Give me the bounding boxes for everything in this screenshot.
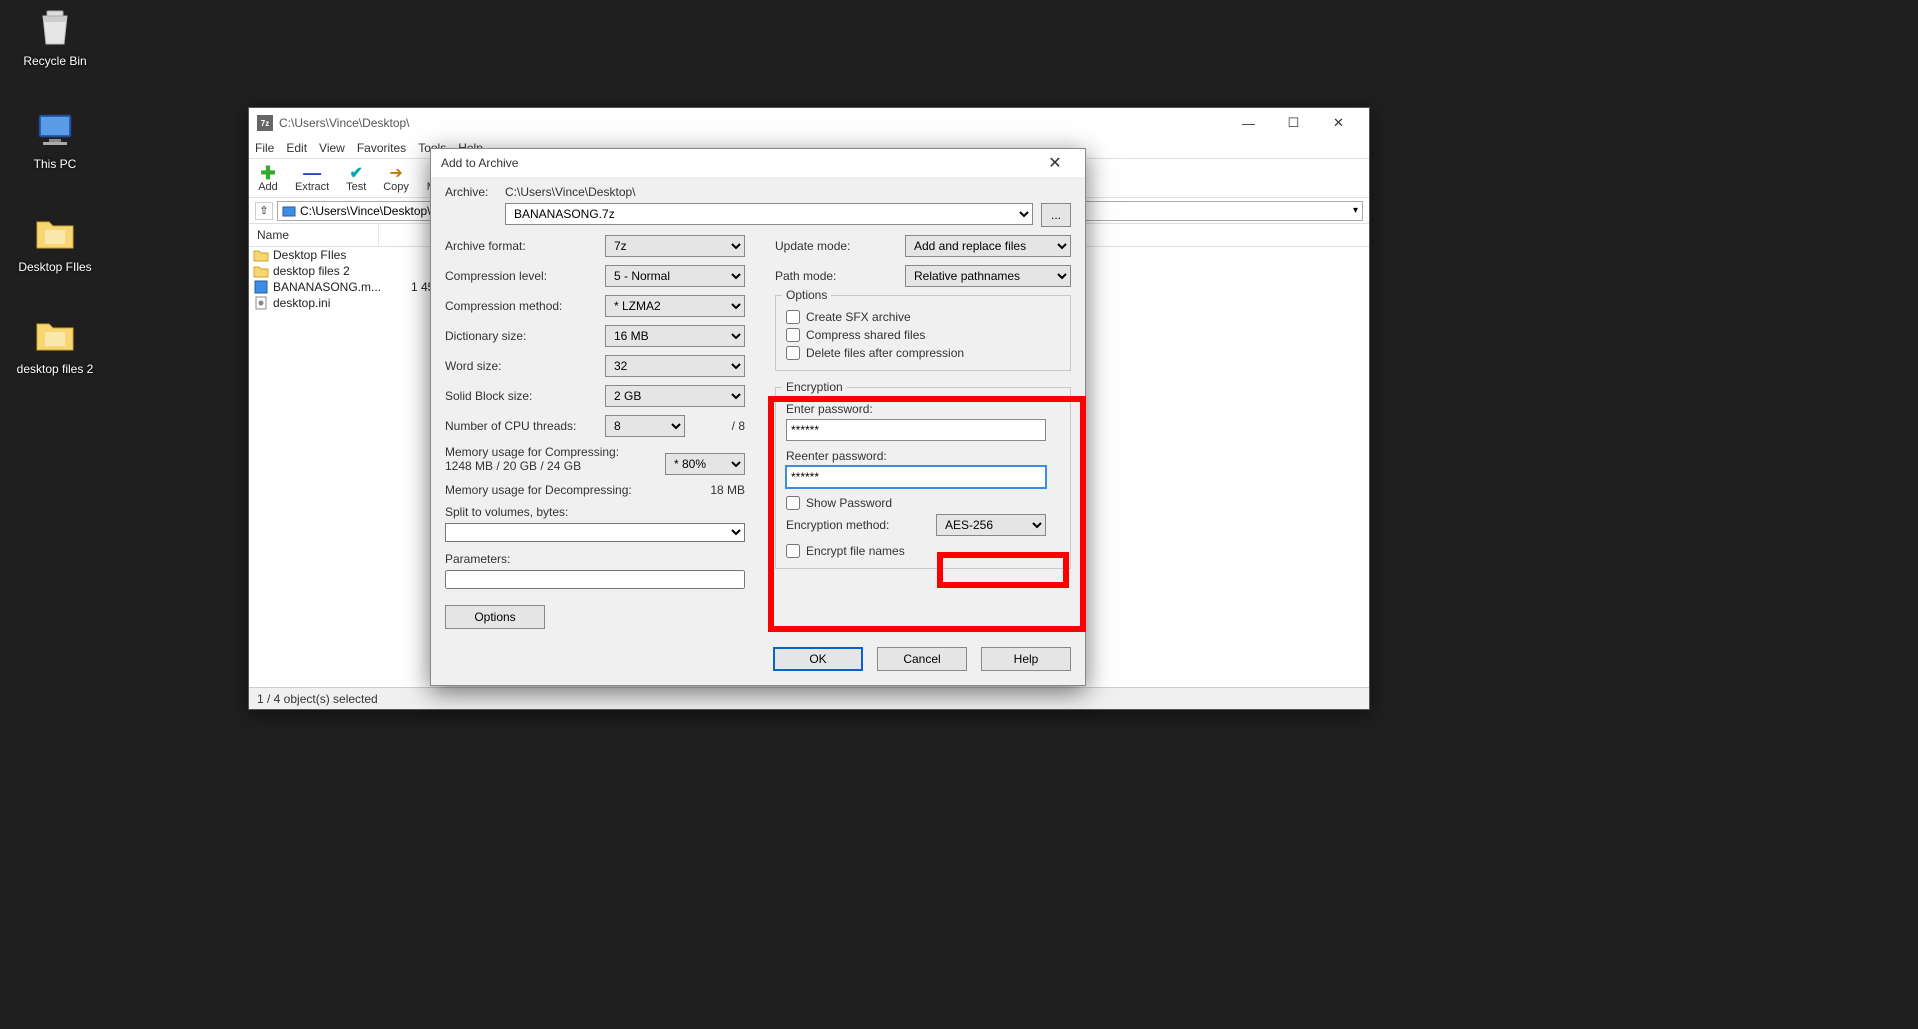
ok-button[interactable]: OK [773, 647, 863, 671]
right-column: Update mode:Add and replace files Path m… [775, 235, 1071, 629]
close-button[interactable]: ✕ [1316, 109, 1361, 137]
archive-name-input[interactable]: BANANASONG.7z [505, 203, 1033, 225]
this-pc-icon [31, 105, 79, 153]
titlebar: 7z C:\Users\Vince\Desktop\ — ☐ ✕ [249, 108, 1369, 138]
copy-button[interactable]: ➔Copy [383, 163, 409, 193]
menu-view[interactable]: View [319, 141, 345, 155]
archive-path-label: C:\Users\Vince\Desktop\ [505, 185, 1071, 199]
threads-max: / 8 [732, 419, 745, 433]
memc-value: 1248 MB / 20 GB / 24 GB [445, 459, 665, 473]
folder-icon [31, 208, 79, 256]
extract-button[interactable]: —Extract [295, 163, 329, 193]
maximize-button[interactable]: ☐ [1271, 109, 1316, 137]
dialog-close-button[interactable]: ✕ [1035, 150, 1075, 176]
this-pc-label: This PC [10, 157, 100, 171]
enter-password-input[interactable] [786, 419, 1046, 441]
reenter-password-label: Reenter password: [786, 449, 1060, 463]
options-group: Options Create SFX archive Compress shar… [775, 295, 1071, 371]
split-label: Split to volumes, bytes: [445, 505, 745, 519]
word-label: Word size: [445, 359, 605, 373]
block-label: Solid Block size: [445, 389, 605, 403]
dialog-buttons: OK Cancel Help [431, 637, 1085, 685]
dialog-titlebar: Add to Archive ✕ [431, 149, 1085, 177]
cancel-button[interactable]: Cancel [877, 647, 967, 671]
add-button[interactable]: ✚Add [257, 163, 279, 193]
desktop-files-2-folder[interactable]: desktop files 2 [10, 310, 100, 376]
block-select[interactable]: 2 GB [605, 385, 745, 407]
folder-icon [31, 310, 79, 358]
window-title: C:\Users\Vince\Desktop\ [279, 116, 410, 130]
desktop-files-folder[interactable]: Desktop FIles [10, 208, 100, 274]
enter-password-label: Enter password: [786, 402, 1060, 416]
format-label: Archive format: [445, 239, 605, 253]
add-to-archive-dialog: Add to Archive ✕ Archive: C:\Users\Vince… [430, 148, 1086, 686]
dict-select[interactable]: 16 MB [605, 325, 745, 347]
recycle-bin-label: Recycle Bin [10, 54, 100, 68]
memd-label: Memory usage for Decompressing: [445, 483, 665, 497]
reenter-password-input[interactable] [786, 466, 1046, 488]
help-button[interactable]: Help [981, 647, 1071, 671]
update-label: Update mode: [775, 239, 905, 253]
encryption-method-label: Encryption method: [786, 518, 936, 532]
format-select[interactable]: 7z [605, 235, 745, 257]
left-column: Archive format:7z Compression level:5 - … [445, 235, 745, 629]
shared-checkbox[interactable]: Compress shared files [786, 328, 1060, 342]
options-legend: Options [782, 288, 831, 302]
menu-favorites[interactable]: Favorites [357, 141, 406, 155]
menu-edit[interactable]: Edit [286, 141, 307, 155]
menu-file[interactable]: File [255, 141, 274, 155]
pathmode-select[interactable]: Relative pathnames [905, 265, 1071, 287]
test-button[interactable]: ✔Test [345, 163, 367, 193]
threads-select[interactable]: 8 [605, 415, 685, 437]
encryption-group: Encryption Enter password: Reenter passw… [775, 387, 1071, 569]
encryption-legend: Encryption [782, 380, 847, 394]
level-label: Compression level: [445, 269, 605, 283]
browse-button[interactable]: ... [1041, 203, 1071, 227]
memc-label: Memory usage for Compressing: [445, 445, 665, 459]
desktop-files-label: Desktop FIles [10, 260, 100, 274]
minimize-button[interactable]: — [1226, 109, 1271, 137]
encrypt-filenames-checkbox[interactable]: Encrypt file names [786, 544, 1060, 558]
method-label: Compression method: [445, 299, 605, 313]
archive-label: Archive: [445, 185, 505, 199]
params-label: Parameters: [445, 552, 745, 566]
this-pc[interactable]: This PC [10, 105, 100, 171]
encryption-method-select[interactable]: AES-256 [936, 514, 1046, 536]
options-button[interactable]: Options [445, 605, 545, 629]
app-icon: 7z [257, 115, 273, 131]
update-select[interactable]: Add and replace files [905, 235, 1071, 257]
word-select[interactable]: 32 [605, 355, 745, 377]
threads-label: Number of CPU threads: [445, 419, 605, 433]
delete-checkbox[interactable]: Delete files after compression [786, 346, 1060, 360]
recycle-bin[interactable]: Recycle Bin [10, 2, 100, 68]
method-select[interactable]: * LZMA2 [605, 295, 745, 317]
col-name[interactable]: Name [249, 224, 379, 246]
show-password-checkbox[interactable]: Show Password [786, 496, 1060, 510]
status-bar: 1 / 4 object(s) selected [249, 687, 1369, 709]
dict-label: Dictionary size: [445, 329, 605, 343]
params-input[interactable] [445, 570, 745, 589]
split-select[interactable] [445, 523, 745, 542]
memd-value: 18 MB [710, 483, 745, 497]
desktop-files-2-label: desktop files 2 [10, 362, 100, 376]
recycle-bin-icon [31, 2, 79, 50]
dialog-title: Add to Archive [441, 156, 518, 170]
memc-pct-select[interactable]: * 80% [665, 453, 745, 475]
level-select[interactable]: 5 - Normal [605, 265, 745, 287]
up-button[interactable]: ⇧ [255, 202, 273, 220]
sfx-checkbox[interactable]: Create SFX archive [786, 310, 1060, 324]
pathmode-label: Path mode: [775, 269, 905, 283]
